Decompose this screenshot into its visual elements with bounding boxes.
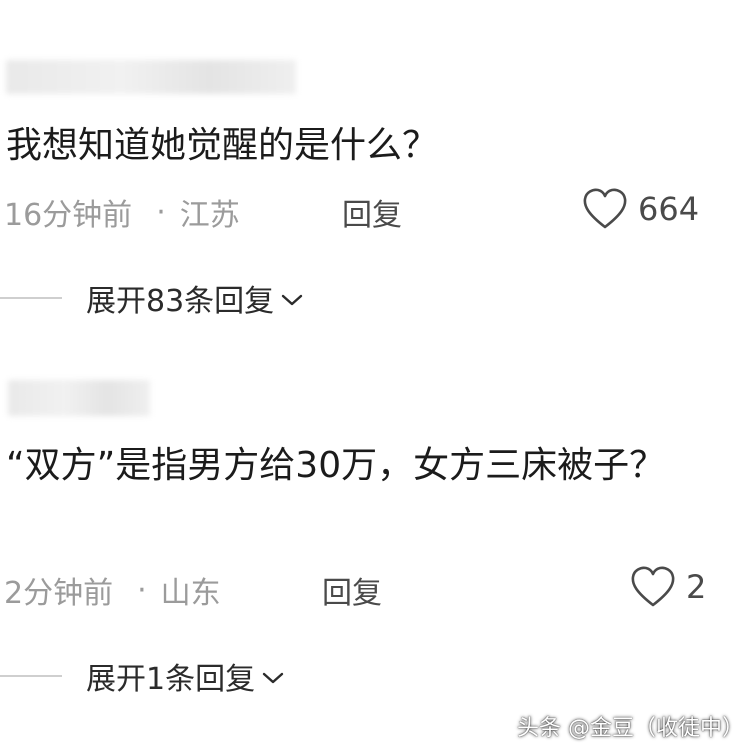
like-count: 2	[686, 568, 707, 606]
meta-separator: ·	[156, 194, 166, 230]
comment-time: 2分钟前	[4, 576, 114, 611]
chevron-down-icon	[261, 659, 285, 694]
comment-thread: 我想知道她觉醒的是什么？ 16分钟前 · 江苏 回复 664 展开83条回复 “…	[0, 0, 754, 754]
comment-meta: 16分钟前 · 江苏	[4, 190, 240, 234]
like-button[interactable]: 2	[630, 566, 706, 608]
like-count: 664	[638, 190, 700, 228]
chevron-down-icon	[280, 281, 304, 316]
like-button[interactable]: 664	[582, 188, 699, 230]
heart-outline-icon	[630, 566, 676, 608]
expand-replies-button[interactable]: 展开1条回复	[0, 654, 285, 698]
divider-line	[0, 297, 62, 299]
blurred-username	[6, 60, 296, 94]
comment-text: “双方”是指男方给30万，女方三床被子？	[6, 445, 666, 486]
heart-outline-icon	[582, 188, 628, 230]
comment-text: 我想知道她觉醒的是什么？	[6, 125, 439, 166]
reply-button[interactable]: 回复	[342, 190, 402, 234]
comment-location: 江苏	[179, 198, 240, 233]
blurred-username	[8, 380, 150, 416]
expand-replies-button[interactable]: 展开83条回复	[0, 276, 304, 320]
meta-separator: ·	[137, 572, 147, 608]
divider-line	[0, 675, 62, 677]
expand-replies-label: 展开83条回复	[86, 284, 275, 319]
comment-meta: 2分钟前 · 山东	[4, 568, 221, 612]
watermark: 头条 @金豆（收徒中）	[517, 716, 744, 741]
expand-replies-label: 展开1条回复	[86, 662, 256, 697]
reply-button[interactable]: 回复	[322, 568, 382, 612]
comment-location: 山东	[160, 576, 221, 611]
comment-time: 16分钟前	[4, 198, 133, 233]
